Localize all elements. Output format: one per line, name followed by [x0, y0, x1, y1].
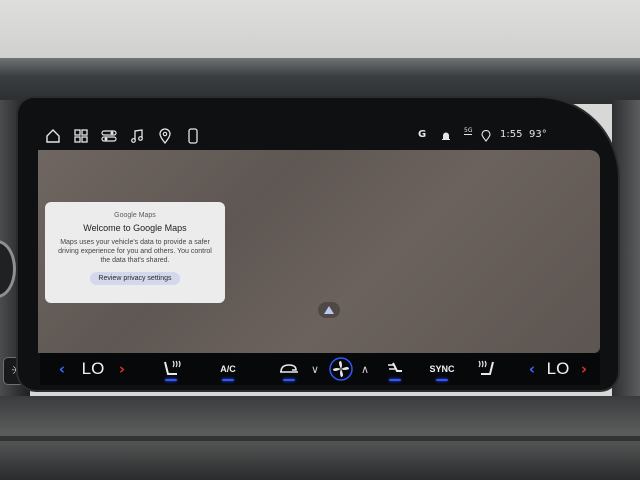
phone-icon[interactable] [184, 127, 202, 145]
sync-button[interactable]: SYNC [424, 353, 460, 385]
network-5g-label: 5G [464, 127, 473, 135]
location-active-icon [477, 127, 495, 145]
air-direction-icon [388, 362, 402, 372]
dashboard-top [0, 0, 640, 62]
home-icon[interactable] [44, 127, 62, 145]
review-privacy-settings-button[interactable]: Review privacy settings [90, 272, 180, 285]
left-temp-down-button[interactable]: ‹ [52, 353, 72, 385]
fan-icon [329, 357, 353, 381]
left-temp-up-button[interactable]: › [112, 353, 132, 385]
sync-indicator [436, 379, 448, 381]
left-seat-heat-indicator [165, 379, 177, 381]
air-direction-button[interactable] [380, 353, 410, 385]
climate-bar: ‹ LO › A/C ∨ ∧ SYNC ‹ LO › [40, 353, 600, 385]
status-bar: G 5G 1:55 93° [40, 124, 600, 150]
controls-icon[interactable] [100, 127, 118, 145]
sync-label: SYNC [429, 364, 455, 374]
outside-temperature: 93° [529, 129, 547, 140]
music-note-icon[interactable] [128, 127, 146, 145]
dialog-title: Welcome to Google Maps [83, 223, 187, 233]
google-g-label: G [418, 129, 427, 140]
left-seat-heat-button[interactable] [154, 353, 188, 385]
right-seat-heat-button[interactable] [470, 353, 504, 385]
ac-indicator [222, 379, 234, 381]
seat-heat-icon [164, 360, 181, 375]
ac-label: A/C [220, 364, 236, 374]
recirculation-button[interactable] [274, 353, 304, 385]
recirculation-indicator [283, 379, 295, 381]
clock: 1:55 [500, 129, 523, 140]
welcome-dialog: Google Maps Welcome to Google Maps Maps … [45, 202, 225, 303]
seat-heat-icon [478, 360, 494, 375]
air-direction-indicator [389, 379, 401, 381]
recirculation-icon [280, 364, 298, 373]
dialog-brand: Google Maps [114, 212, 156, 219]
dialog-body: Maps uses your vehicle's data to provide… [58, 239, 212, 264]
fan-speed-button[interactable] [324, 353, 358, 385]
ac-button[interactable]: A/C [210, 353, 246, 385]
navigation-arrow-icon[interactable] [318, 302, 340, 318]
fan-up-button[interactable]: ∧ [358, 353, 372, 385]
location-pin-icon[interactable] [156, 127, 174, 145]
left-temp-value: LO [81, 359, 105, 378]
right-temp-up-button[interactable]: › [574, 353, 594, 385]
fan-down-button[interactable]: ∨ [308, 353, 322, 385]
apps-grid-icon[interactable] [72, 127, 90, 145]
volume-knob[interactable] [0, 240, 16, 298]
dashboard-seam [0, 436, 640, 441]
right-temp-value: LO [546, 359, 570, 378]
notification-bell-icon[interactable] [437, 127, 455, 145]
right-temp-down-button[interactable]: ‹ [522, 353, 542, 385]
